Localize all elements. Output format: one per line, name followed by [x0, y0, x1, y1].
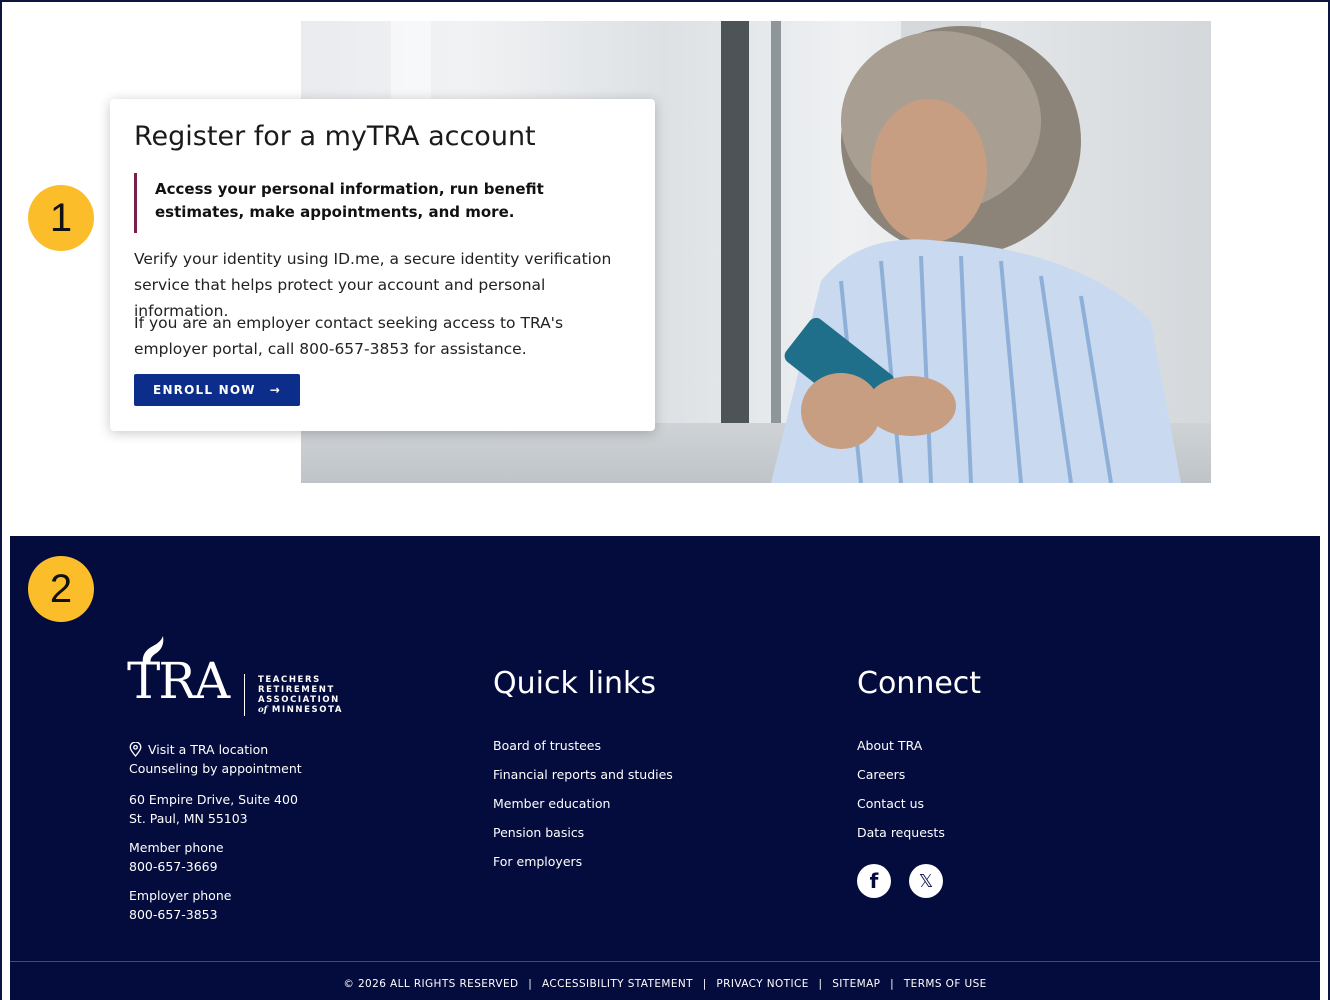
- quick-links-list: Board of trustees Financial reports and …: [493, 738, 673, 883]
- connect-link-about-tra[interactable]: About TRA: [857, 738, 945, 767]
- connect-link-data-requests[interactable]: Data requests: [857, 825, 945, 854]
- connect-link-careers[interactable]: Careers: [857, 767, 945, 796]
- employer-phone-number[interactable]: 800-657-3853: [129, 905, 231, 924]
- callout-badge-2: 2: [28, 556, 94, 622]
- site-footer: 2 TRA TEACHERS RETIREMENT ASSOCIATION of…: [10, 536, 1320, 1000]
- tra-logo[interactable]: TRA TEACHERS RETIREMENT ASSOCIATION of M…: [127, 636, 347, 718]
- employer-phone-block: Employer phone 800-657-3853: [129, 886, 231, 924]
- quick-link-pension-basics[interactable]: Pension basics: [493, 825, 673, 854]
- enroll-now-label: ENROLL NOW: [153, 383, 256, 397]
- register-highlight: Access your personal information, run be…: [134, 173, 619, 233]
- visit-location-link[interactable]: Visit a TRA location: [129, 740, 302, 759]
- register-title: Register for a myTRA account: [134, 121, 536, 152]
- accessibility-statement-link[interactable]: ACCESSIBILITY STATEMENT: [542, 978, 693, 990]
- member-phone-block: Member phone 800-657-3669: [129, 838, 224, 876]
- address-block: 60 Empire Drive, Suite 400 St. Paul, MN …: [129, 790, 298, 828]
- enroll-now-button[interactable]: ENROLL NOW →: [134, 374, 300, 406]
- map-pin-icon: [129, 742, 142, 757]
- x-icon[interactable]: 𝕏: [909, 864, 943, 898]
- arrow-right-icon: →: [269, 383, 281, 397]
- privacy-notice-link[interactable]: PRIVACY NOTICE: [716, 978, 808, 990]
- register-card: Register for a myTRA account Access your…: [110, 99, 655, 431]
- address-line-1: 60 Empire Drive, Suite 400: [129, 792, 298, 807]
- facebook-icon[interactable]: f: [857, 864, 891, 898]
- quick-links-title: Quick links: [493, 666, 657, 701]
- location-block: Visit a TRA location Counseling by appoi…: [129, 740, 302, 778]
- callout-badge-1: 1: [28, 185, 94, 251]
- quick-link-board-of-trustees[interactable]: Board of trustees: [493, 738, 673, 767]
- connect-list: About TRA Careers Contact us Data reques…: [857, 738, 945, 854]
- footer-divider: [10, 961, 1320, 962]
- logo-divider: [244, 674, 245, 716]
- member-phone-number[interactable]: 800-657-3669: [129, 857, 224, 876]
- quick-link-financial-reports[interactable]: Financial reports and studies: [493, 767, 673, 796]
- copyright-text: © 2026 ALL RIGHTS RESERVED: [343, 978, 519, 990]
- connect-link-contact-us[interactable]: Contact us: [857, 796, 945, 825]
- quick-link-member-education[interactable]: Member education: [493, 796, 673, 825]
- connect-title: Connect: [857, 666, 982, 701]
- social-links: f 𝕏: [857, 864, 943, 898]
- address-line-2: St. Paul, MN 55103: [129, 811, 248, 826]
- member-phone-label: Member phone: [129, 840, 224, 855]
- terms-of-use-link[interactable]: TERMS OF USE: [904, 978, 987, 990]
- sitemap-link[interactable]: SITEMAP: [832, 978, 880, 990]
- employer-note: If you are an employer contact seeking a…: [134, 314, 564, 358]
- logo-subtitle: TEACHERS RETIREMENT ASSOCIATION of MINNE…: [258, 675, 344, 715]
- employer-phone-label: Employer phone: [129, 888, 232, 903]
- counseling-text: Counseling by appointment: [129, 761, 302, 776]
- quick-link-for-employers[interactable]: For employers: [493, 854, 673, 883]
- hero-section: 1 Register for a myTRA account Access yo…: [0, 0, 1330, 536]
- legal-bar: © 2026 ALL RIGHTS RESERVED | ACCESSIBILI…: [343, 978, 987, 990]
- logo-wordmark: TRA: [127, 652, 230, 710]
